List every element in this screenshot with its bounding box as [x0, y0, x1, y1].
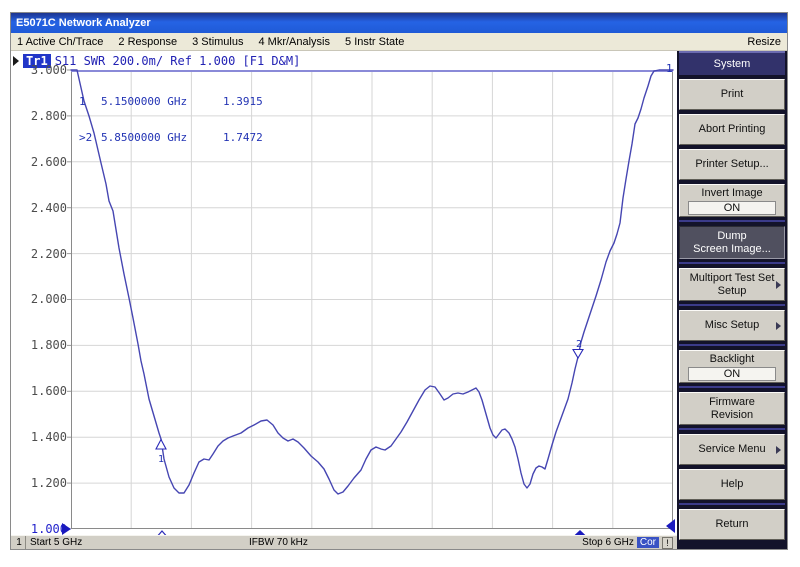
- menu-instr-state[interactable]: 5 Instr State: [345, 36, 404, 48]
- ifbw-readout: IFBW 70 kHz: [249, 536, 308, 549]
- statusbar: 1 Start 5 GHz IFBW 70 kHz Stop 6 GHz Cor…: [11, 535, 677, 549]
- softkey-abort-printing[interactable]: Abort Printing: [679, 114, 785, 145]
- softkey-invert-image[interactable]: Invert Image ON: [679, 184, 785, 217]
- y-axis-label: 1.600: [21, 383, 67, 399]
- alert-indicator: !: [662, 537, 673, 549]
- softkey-sidebar: System Print Abort Printing Printer Setu…: [677, 51, 787, 549]
- toggle-state-on: ON: [688, 201, 776, 215]
- button-label: Revision: [711, 409, 753, 422]
- graph-area: Tr1 S11 SWR 200.0m/ Ref 1.000 [F1 D&M] 3…: [11, 51, 677, 535]
- button-label: Multiport Test Set: [690, 272, 775, 285]
- button-group-divider: [679, 503, 785, 505]
- y-axis-label: 2.600: [21, 154, 67, 170]
- button-label: Dump: [717, 230, 746, 243]
- menu-stimulus[interactable]: 3 Stimulus: [192, 36, 243, 48]
- marker-number: 1: [79, 96, 101, 108]
- softkey-service-menu[interactable]: Service Menu: [679, 434, 785, 465]
- button-group-divider: [679, 344, 785, 346]
- marker-readout-row: >2 5.8500000 GHz 1.7472: [79, 132, 263, 144]
- button-label: Return: [715, 518, 748, 531]
- softkey-backlight[interactable]: Backlight ON: [679, 350, 785, 383]
- y-axis-ref-label: 1.000: [21, 521, 67, 535]
- y-axis-label: 2.400: [21, 200, 67, 216]
- correction-badge: Cor: [637, 537, 659, 548]
- trace-measure-text: S11 SWR 200.0m/ Ref 1.000 [F1 D&M]: [55, 54, 301, 68]
- button-label: Printer Setup...: [695, 158, 768, 171]
- marker-freq: 5.8500000 GHz: [101, 132, 223, 144]
- button-group-divider: [679, 386, 785, 388]
- button-group-divider: [679, 304, 785, 306]
- button-label: Print: [721, 88, 744, 101]
- marker-freq: 5.1500000 GHz: [101, 96, 223, 108]
- svg-text:1: 1: [158, 454, 164, 465]
- submenu-arrow-icon: [776, 322, 781, 330]
- button-group-divider: [679, 220, 785, 222]
- button-label: Invert Image: [701, 187, 762, 200]
- trace-end-number: 1: [666, 62, 673, 75]
- button-label: Service Menu: [698, 443, 765, 456]
- button-label: Abort Printing: [699, 123, 766, 136]
- y-axis-label: 2.200: [21, 246, 67, 262]
- softkey-return[interactable]: Return: [679, 509, 785, 540]
- button-label: Firmware: [709, 396, 755, 409]
- button-label: Help: [721, 478, 744, 491]
- titlebar: E5071C Network Analyzer: [11, 13, 787, 33]
- submenu-arrow-icon: [776, 281, 781, 289]
- toggle-state-on: ON: [688, 367, 776, 381]
- y-axis-label: 1.400: [21, 429, 67, 445]
- y-axis-label: 2.800: [21, 108, 67, 124]
- marker-number: >2: [79, 132, 101, 144]
- softkey-print[interactable]: Print: [679, 79, 785, 110]
- y-axis-label: 1.800: [21, 337, 67, 353]
- svg-text:2: 2: [576, 339, 582, 350]
- softkey-help[interactable]: Help: [679, 469, 785, 500]
- button-group-divider: [679, 262, 785, 264]
- submenu-arrow-icon: [776, 446, 781, 454]
- y-axis-label: 1.200: [21, 475, 67, 491]
- marker-value: 1.7472: [223, 132, 263, 144]
- menu-resize[interactable]: Resize: [747, 36, 781, 48]
- menu-mkr-analysis[interactable]: 4 Mkr/Analysis: [258, 36, 330, 48]
- y-axis-label: 2.000: [21, 291, 67, 307]
- button-group-divider: [679, 428, 785, 430]
- marker-readout: 1 5.1500000 GHz 1.3915 >2 5.8500000 GHz …: [79, 72, 263, 168]
- button-label: Backlight: [710, 353, 755, 366]
- softkey-menu-title: System: [679, 51, 785, 75]
- active-trace-icon: [13, 56, 19, 66]
- y-axis-label: 3.000: [21, 62, 67, 78]
- marker-value: 1.3915: [223, 96, 263, 108]
- start-frequency: Start 5 GHz: [26, 536, 82, 549]
- reference-level-pointer-icon: [62, 523, 71, 535]
- window-title: E5071C Network Analyzer: [16, 17, 151, 29]
- softkey-firmware-revision[interactable]: Firmware Revision: [679, 392, 785, 425]
- sweep-edge-pointer-icon: [666, 519, 675, 533]
- softkey-multiport-test-set-setup[interactable]: Multiport Test Set Setup: [679, 268, 785, 301]
- menubar: 1 Active Ch/Trace 2 Response 3 Stimulus …: [11, 33, 787, 51]
- stop-frequency: Stop 6 GHz: [582, 536, 634, 549]
- button-label: Setup: [718, 285, 747, 298]
- button-label: Misc Setup: [705, 319, 759, 332]
- marker-readout-row: 1 5.1500000 GHz 1.3915: [79, 96, 263, 108]
- softkey-dump-screen-image[interactable]: Dump Screen Image...: [679, 226, 785, 259]
- channel-number: 1: [13, 536, 26, 549]
- menu-response[interactable]: 2 Response: [118, 36, 177, 48]
- button-label: Screen Image...: [693, 243, 771, 256]
- softkey-printer-setup[interactable]: Printer Setup...: [679, 149, 785, 180]
- menu-active-ch-trace[interactable]: 1 Active Ch/Trace: [17, 36, 103, 48]
- softkey-misc-setup[interactable]: Misc Setup: [679, 310, 785, 341]
- app-window: E5071C Network Analyzer 1 Active Ch/Trac…: [10, 12, 788, 550]
